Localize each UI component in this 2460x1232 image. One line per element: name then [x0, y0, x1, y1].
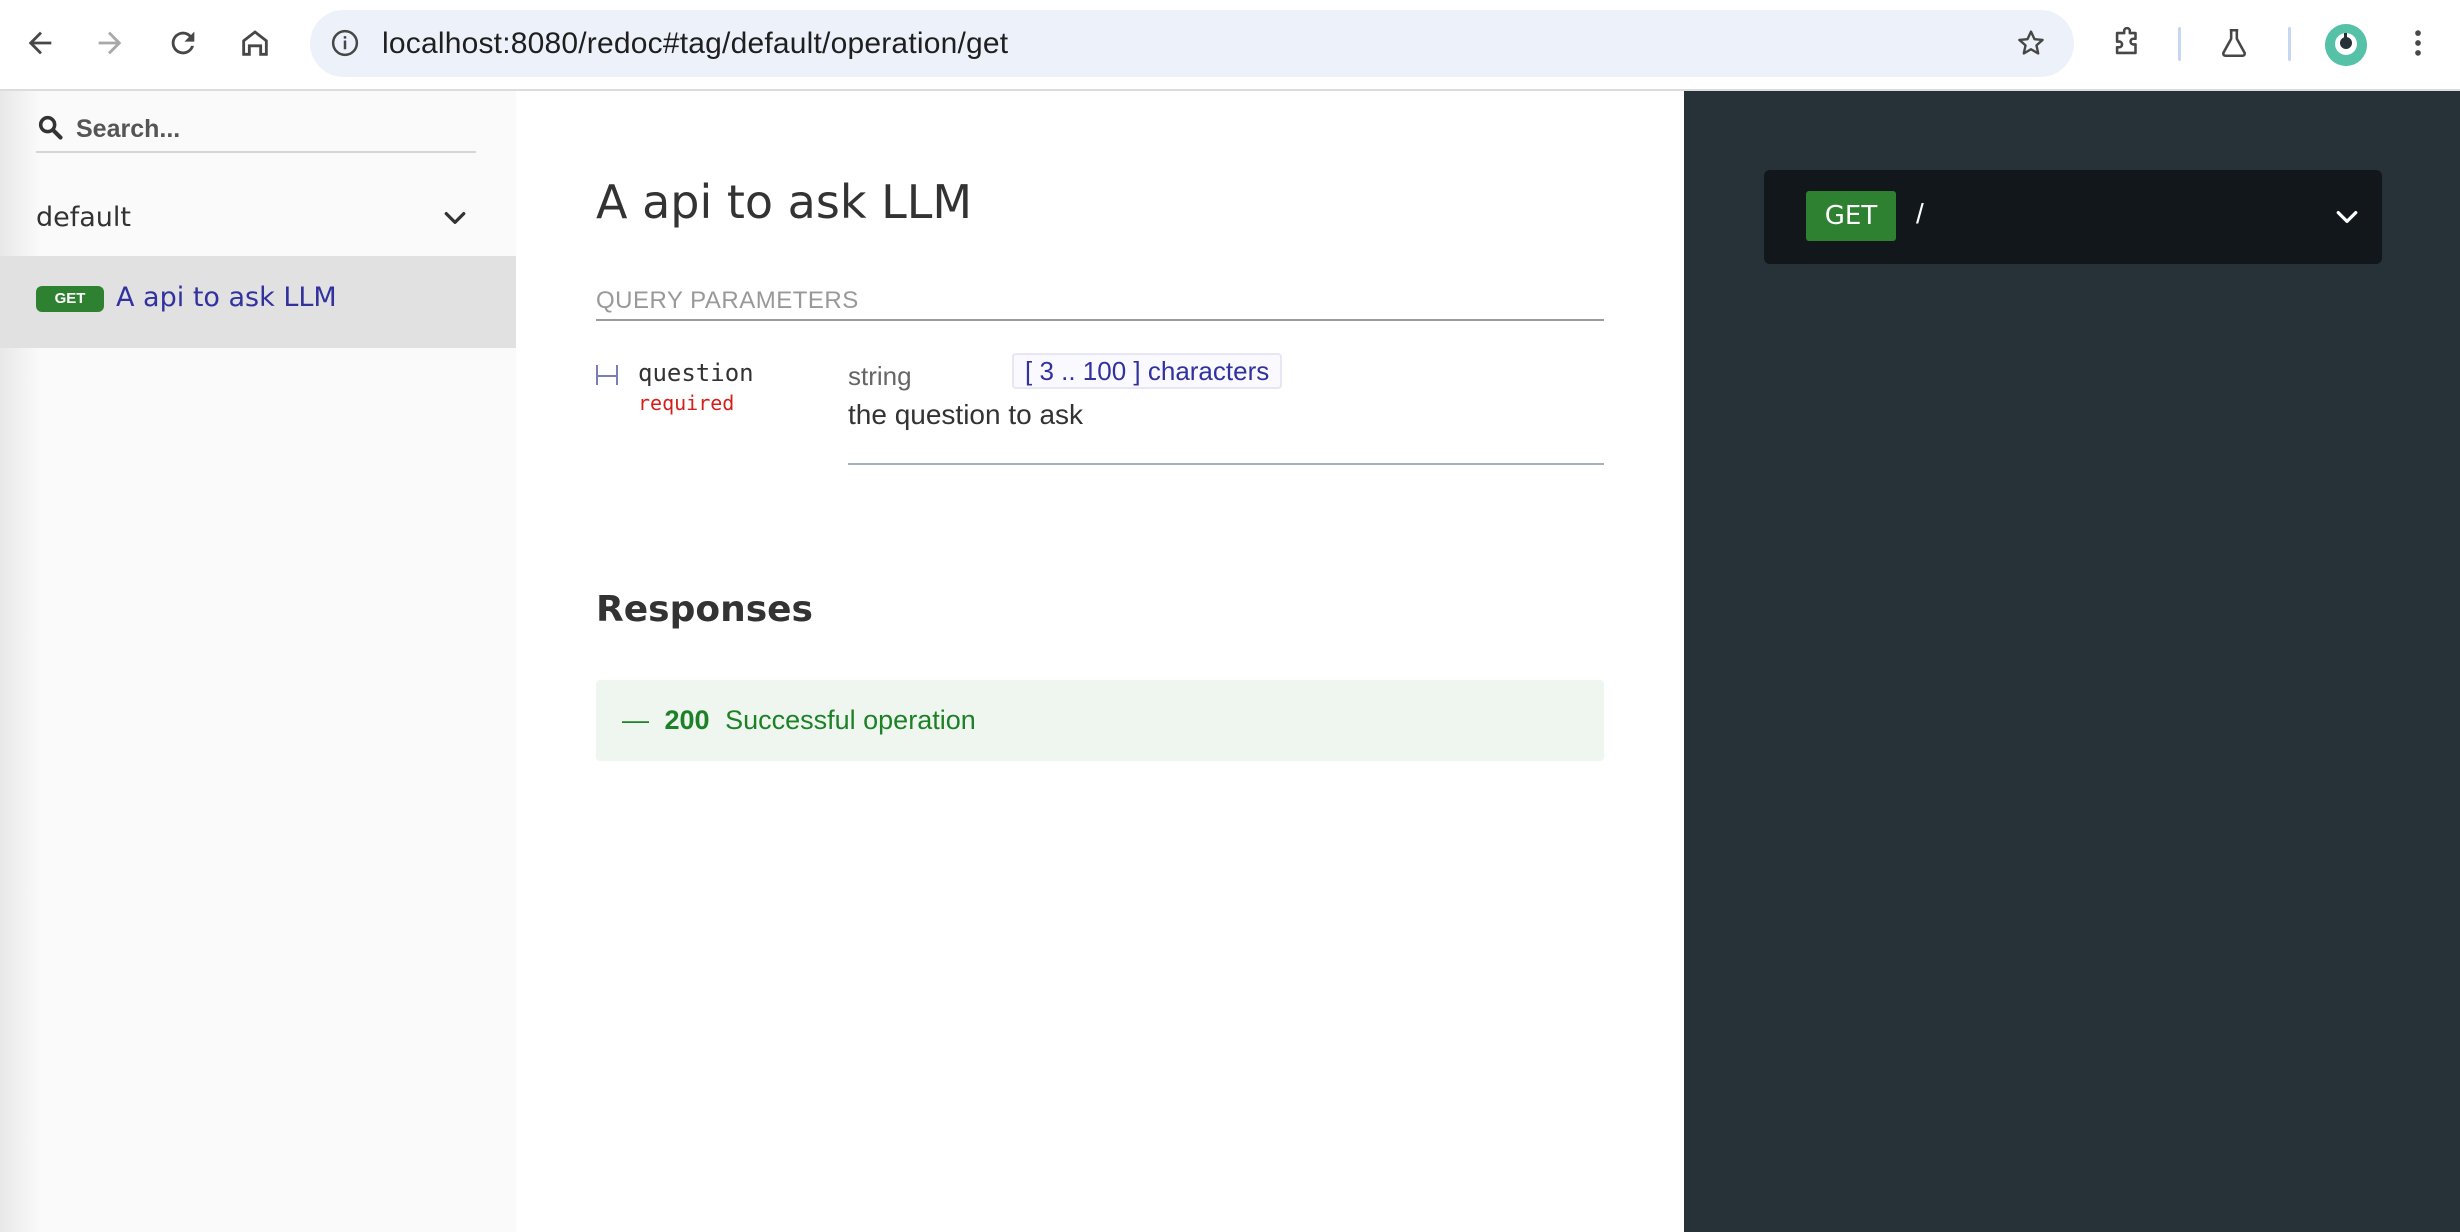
param-name: question: [638, 359, 754, 387]
home-button[interactable]: [229, 17, 281, 69]
tree-connector: [616, 365, 618, 385]
site-info-icon[interactable]: [324, 22, 366, 64]
chevron-down-icon: [2336, 211, 2358, 223]
chevron-down-icon: [444, 212, 466, 224]
param-row: question required string [ 3 .. 100 ] ch…: [596, 353, 1604, 477]
endpoint-method: GET: [1806, 191, 1896, 241]
param-divider: [848, 463, 1604, 465]
labs-button[interactable]: [2208, 17, 2260, 69]
address-bar[interactable]: localhost:8080/redoc#tag/default/operati…: [310, 10, 2074, 77]
sidebar-group-label: default: [36, 201, 132, 233]
responses-heading: Responses: [596, 589, 813, 630]
method-badge: GET: [36, 286, 104, 312]
param-required: required: [638, 391, 735, 415]
param-description: the question to ask: [848, 399, 1084, 430]
arrow-right-icon: [98, 31, 122, 55]
search-box: [36, 109, 476, 153]
extensions-button[interactable]: [2101, 17, 2153, 69]
response-200-button[interactable]: — 200 Successful operation: [596, 680, 1604, 761]
toolbar-divider: [2288, 27, 2291, 61]
response-code: 200: [664, 705, 710, 735]
browser-toolbar: localhost:8080/redoc#tag/default/operati…: [0, 0, 2460, 91]
menu-button[interactable]: [2392, 17, 2444, 69]
response-prefix: —: [622, 705, 649, 735]
response-description: Successful operation: [725, 705, 976, 735]
reload-icon: [171, 31, 195, 55]
arrow-left-icon: [28, 31, 52, 55]
sidebar-group-default[interactable]: default: [0, 187, 516, 247]
sidebar: default GET A api to ask LLM: [0, 91, 516, 1232]
param-type: string: [848, 361, 912, 391]
search-icon: [38, 115, 63, 140]
profile-avatar[interactable]: [2325, 24, 2367, 66]
forward-button[interactable]: [84, 17, 136, 69]
endpoint-toggle[interactable]: GET /: [1764, 170, 2382, 264]
flask-icon: [2221, 28, 2247, 58]
back-button[interactable]: [14, 17, 66, 69]
sidebar-item-get-ask-llm[interactable]: GET A api to ask LLM: [0, 256, 516, 348]
operation-content: A api to ask LLM QUERY PARAMETERS questi…: [516, 91, 1684, 1232]
right-code-panel: GET /: [1684, 91, 2460, 1232]
sidebar-item-label: A api to ask LLM: [116, 282, 337, 313]
tree-connector: [598, 375, 616, 377]
bookmark-star-icon[interactable]: [2010, 22, 2052, 64]
operation-title: A api to ask LLM: [596, 175, 973, 229]
endpoint-path: /: [1916, 198, 1924, 229]
reload-button[interactable]: [157, 17, 209, 69]
tree-connector: [596, 365, 598, 385]
toolbar-divider: [2178, 27, 2181, 61]
url-text[interactable]: localhost:8080/redoc#tag/default/operati…: [382, 10, 1008, 77]
param-constraint: [ 3 .. 100 ] characters: [1012, 353, 1283, 389]
more-vert-icon: [2415, 30, 2421, 56]
home-icon: [242, 30, 268, 56]
query-parameters-heading: QUERY PARAMETERS: [596, 287, 1604, 321]
search-input[interactable]: [76, 109, 476, 149]
puzzle-icon: [2115, 26, 2137, 55]
